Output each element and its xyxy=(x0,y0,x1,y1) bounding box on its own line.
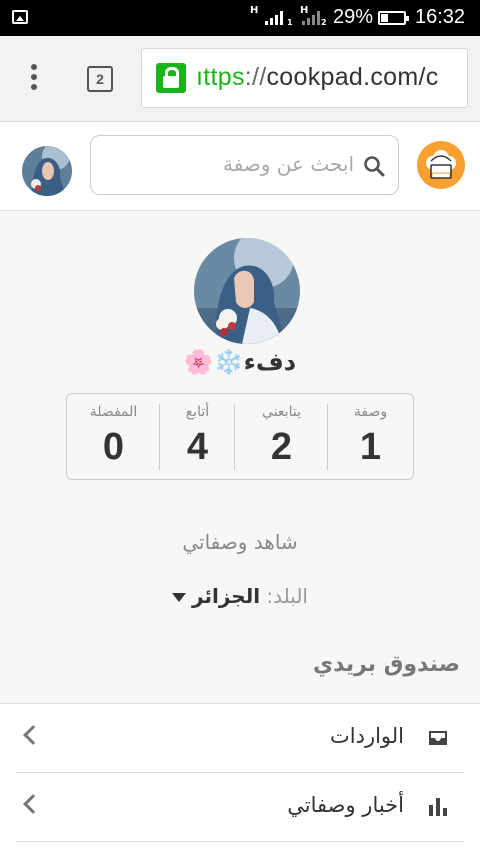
tab-switcher-button[interactable]: 2 xyxy=(87,66,113,92)
lock-icon xyxy=(156,63,186,93)
stat-favorites[interactable]: المفضلة 0 xyxy=(67,394,160,479)
search-icon[interactable] xyxy=(362,154,386,178)
profile-avatar[interactable] xyxy=(194,238,300,344)
sim-number-1: 1 xyxy=(287,18,293,27)
stat-value: 1 xyxy=(359,426,382,468)
list-item-inbox[interactable]: الواردات xyxy=(16,704,464,773)
profile-name: دفء❄️🌸 xyxy=(0,348,480,376)
battery-percent: 29% xyxy=(333,6,374,28)
profile-name-emoji: ❄️🌸 xyxy=(183,348,244,376)
watch-recipes-link[interactable]: شاهد وصفاتي xyxy=(0,530,480,554)
country-value: الجزائر xyxy=(192,584,261,608)
list-item-label: أخبار وصفاتي xyxy=(287,793,404,817)
browser-toolbar: 2 ıttps://cookpad.com/c xyxy=(0,36,480,122)
mailbox-title: صندوق بريدي xyxy=(312,652,460,677)
list-item-label: الواردات xyxy=(329,724,404,748)
list-item-recipe-news[interactable]: أخبار وصفاتي xyxy=(16,773,464,842)
address-bar[interactable]: ıttps://cookpad.com/c xyxy=(141,48,468,108)
stat-label: يتابعني xyxy=(262,404,301,420)
chevron-left-icon xyxy=(23,725,43,745)
stat-label: أتابع xyxy=(185,404,210,420)
url-separator: :// xyxy=(244,63,267,91)
battery-icon xyxy=(378,11,409,25)
clock: 16:32 xyxy=(415,6,466,28)
stat-label: المفضلة xyxy=(89,404,138,420)
url-text[interactable]: ıttps://cookpad.com/c xyxy=(196,63,439,92)
mailbox-list: الواردات أخبار وصفاتي xyxy=(0,703,480,854)
stat-value: 0 xyxy=(102,426,125,468)
stat-followers[interactable]: يتابعني 2 xyxy=(235,394,328,479)
stat-value: 4 xyxy=(186,426,209,468)
overflow-menu-icon[interactable] xyxy=(22,64,46,94)
stat-recipes[interactable]: وصفة 1 xyxy=(328,394,413,479)
profile-name-text: دفء xyxy=(243,348,297,376)
inbox-icon xyxy=(429,731,447,745)
stat-label: وصفة xyxy=(353,404,388,420)
gallery-notification-icon xyxy=(12,10,28,24)
user-avatar[interactable] xyxy=(22,146,72,196)
profile-stats: وصفة 1 يتابعني 2 أتابع 4 المفضلة 0 xyxy=(66,393,414,480)
sim-number-2: 2 xyxy=(321,18,327,27)
url-host: cookpad.com/c xyxy=(266,63,439,91)
country-selector[interactable]: البلد: الجزائر xyxy=(0,584,480,608)
caret-down-icon xyxy=(172,593,187,602)
search-placeholder: ابحث عن وصفة xyxy=(222,152,354,176)
status-bar: H 1 H 2 29% 16:32 xyxy=(0,0,480,36)
chevron-left-icon xyxy=(23,794,43,814)
network-type-1: H xyxy=(250,5,259,16)
stat-following[interactable]: أتابع 4 xyxy=(160,394,235,479)
stat-value: 2 xyxy=(270,426,293,468)
bar-chart-icon xyxy=(429,798,447,816)
cookpad-logo-icon[interactable] xyxy=(417,141,465,189)
country-label: البلد: xyxy=(266,584,308,608)
signal-strength-icon-1 xyxy=(265,9,283,25)
app-header: ابحث عن وصفة xyxy=(0,123,480,211)
url-scheme: ıttps xyxy=(196,63,245,91)
search-input[interactable]: ابحث عن وصفة xyxy=(90,135,399,195)
signal-strength-icon-2 xyxy=(302,9,320,25)
